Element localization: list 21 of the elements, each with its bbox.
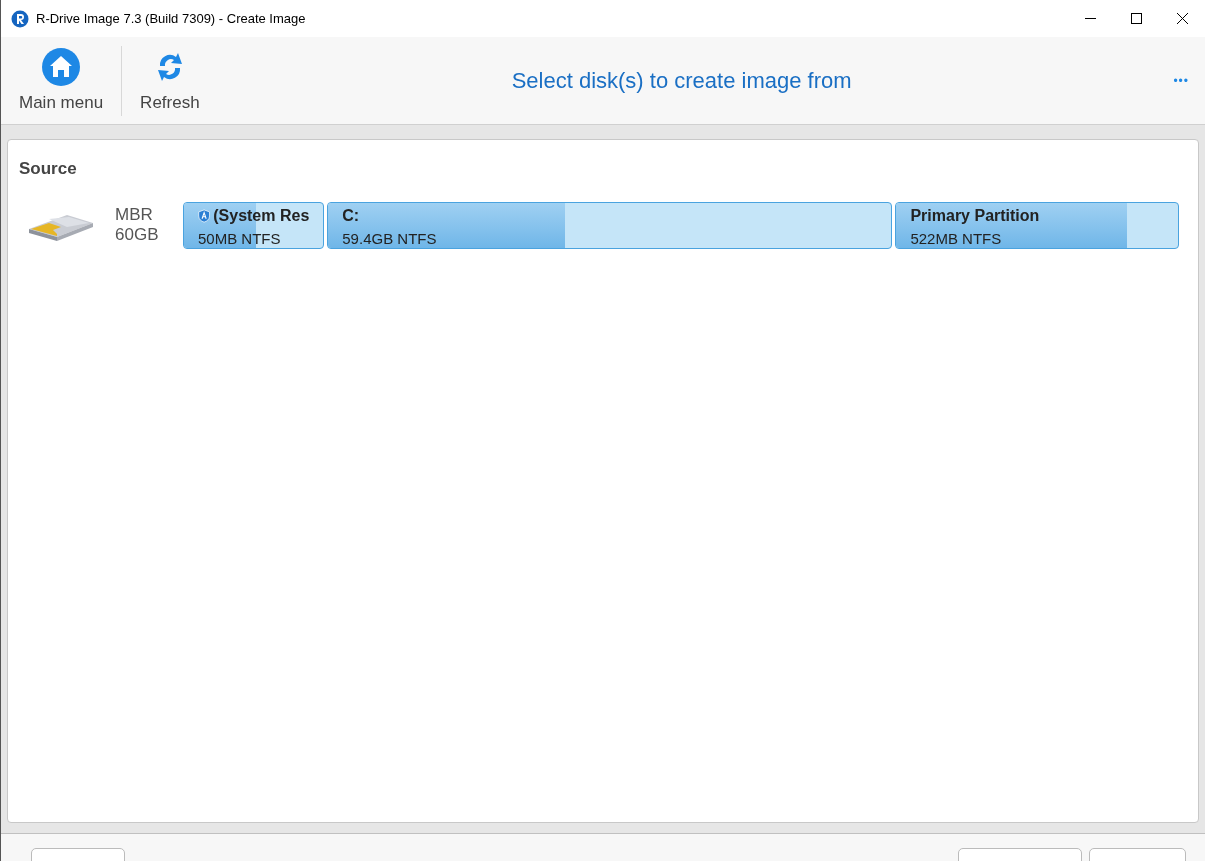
partition-block[interactable]: C: 59.4GB NTFS	[327, 201, 893, 249]
disk-size: 60GB	[115, 225, 160, 245]
page-heading: Select disk(s) to create image from	[511, 67, 852, 95]
app-logo-icon	[11, 9, 29, 28]
section-title: Source	[19, 158, 78, 180]
partition-label: C:	[342, 205, 360, 226]
partition-info: 50MB NTFS	[198, 228, 282, 248]
home-icon	[41, 46, 82, 87]
toolbar-button[interactable]: Refresh	[122, 40, 218, 121]
partition-block[interactable]: (System Res 50MB NTFS	[183, 201, 325, 249]
partition-info: 59.4GB NTFS	[342, 228, 438, 248]
partition-block[interactable]: Primary Partition 522MB NTFS	[895, 201, 1179, 249]
partition-label: Primary Partition	[910, 205, 1040, 226]
toolbar-button[interactable]: Main menu	[1, 40, 122, 121]
minimize-icon	[1084, 18, 1096, 19]
partition-label: (System Res	[213, 205, 310, 226]
window-title: R-Drive Image 7.3 (Build 7309) - Create Image	[36, 9, 306, 28]
close-icon	[1176, 13, 1188, 24]
maximize-icon	[1130, 13, 1142, 24]
partition-scheme: MBR	[115, 205, 154, 225]
partition-info: 522MB NTFS	[910, 228, 1003, 248]
